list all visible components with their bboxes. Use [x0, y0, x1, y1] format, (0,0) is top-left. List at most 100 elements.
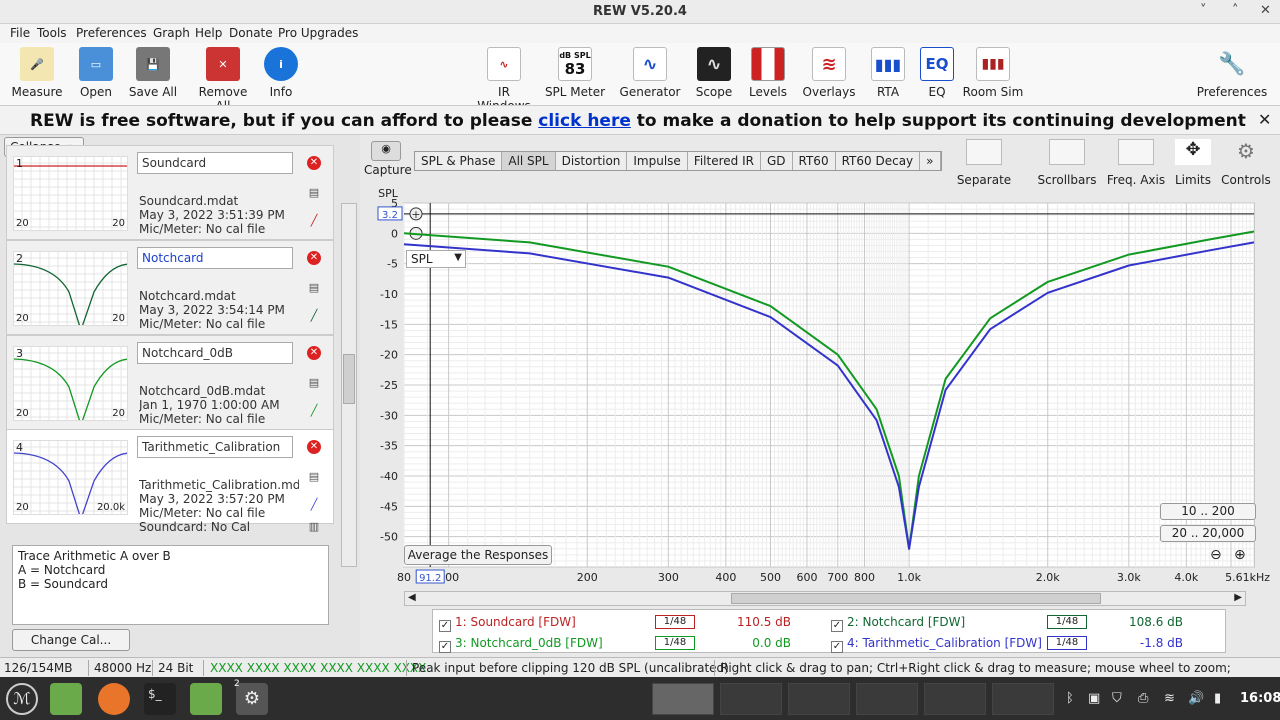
rta-button[interactable]: ▮▮▮ RTA [870, 47, 906, 99]
horizontal-scrollbar[interactable]: ◀ ▶ [404, 591, 1246, 606]
notes-box[interactable]: Trace Arithmetic A over B A = Notchcard … [12, 545, 329, 625]
printer-icon[interactable]: ⎙ [1138, 691, 1148, 706]
delete-icon[interactable]: ✕ [307, 346, 321, 360]
measurement-thumbnail[interactable]: 2 20 20 [13, 251, 128, 326]
legend-item-3[interactable]: ✓ 3: Notchcard_0dB [FDW] [439, 636, 603, 653]
notes-icon[interactable]: ▥ [307, 520, 321, 534]
minimize-icon[interactable]: ˅ [1200, 3, 1207, 18]
volume-icon[interactable]: 🔊 [1188, 691, 1204, 706]
tab-all-spl[interactable]: All SPL [502, 152, 556, 170]
tab-spl-phase[interactable]: SPL & Phase [415, 152, 503, 170]
measurement-card[interactable]: 2 20 20 Notchcard ✕ Notchcard.mdat May 3, 2022… [6, 240, 334, 335]
smoothing-badge[interactable]: 1/48 [655, 615, 695, 629]
measurement-name-field[interactable]: Notchcard [137, 247, 293, 269]
task-window-1[interactable] [652, 683, 714, 715]
menu-file[interactable]: File [10, 26, 30, 40]
spl-chart[interactable]: 50-5-10-15-20-25-30-35-40-45-5080 100 200 3… [362, 185, 1280, 595]
open-button[interactable]: ▭ Open [74, 47, 118, 99]
clipboard-icon[interactable]: ▣ [1088, 691, 1100, 706]
spl-meter-button[interactable]: dB SPL 83 SPL Meter [544, 47, 606, 99]
checkbox-icon[interactable]: ✓ [831, 620, 843, 632]
scrollbars-button[interactable]: Scrollbars [1034, 139, 1100, 187]
menu-graph[interactable]: Graph [153, 26, 190, 40]
controls-button[interactable]: ⚙ Controls [1218, 139, 1274, 187]
color-pen-icon[interactable]: ╱ [307, 404, 321, 418]
task-window-5[interactable] [924, 683, 986, 715]
tab-filtered-ir[interactable]: Filtered IR [688, 152, 761, 170]
close-banner-icon[interactable]: ✕ [1258, 110, 1271, 129]
measurement-name-field[interactable]: Soundcard [137, 152, 293, 174]
spl-dropdown[interactable]: SPL ▼ [406, 250, 466, 268]
measurement-name-field[interactable]: Tarithmetic_Calibration [137, 436, 293, 458]
tab-gd[interactable]: GD [761, 152, 793, 170]
bluetooth-icon[interactable]: ᛒ [1066, 691, 1074, 706]
task-window-6[interactable] [992, 683, 1054, 715]
files-icon[interactable] [190, 683, 222, 715]
show-desktop-icon[interactable] [50, 683, 82, 715]
scrollbar-thumb[interactable] [731, 593, 1101, 604]
scroll-right-icon[interactable]: ▶ [1234, 592, 1242, 603]
tab-distortion[interactable]: Distortion [556, 152, 628, 170]
scrollbar-thumb[interactable] [343, 354, 355, 404]
terminal-icon[interactable]: $_ [144, 683, 176, 715]
save-measurement-icon[interactable]: ▤ [307, 186, 321, 200]
color-pen-icon[interactable]: ╱ [307, 214, 321, 228]
restore-icon[interactable]: ˄ [1232, 3, 1239, 18]
remove-all-button[interactable]: ✕ Remove All [190, 47, 256, 113]
menu-tools[interactable]: Tools [37, 26, 67, 40]
info-button[interactable]: i Info [264, 47, 298, 99]
scope-button[interactable]: ∿ Scope [694, 47, 734, 99]
change-cal-button[interactable]: Change Cal... [12, 629, 130, 651]
measurement-thumbnail[interactable]: 4 20 20.0k [13, 440, 128, 515]
room-sim-button[interactable]: ▮▮▮ Room Sim [962, 47, 1024, 99]
average-responses-button[interactable]: Average the Responses [404, 545, 552, 565]
eq-button[interactable]: EQ EQ [920, 47, 954, 99]
menu-preferences[interactable]: Preferences [76, 26, 147, 40]
menu-donate[interactable]: Donate [229, 26, 273, 40]
shield-icon[interactable]: ⛉ [1112, 691, 1122, 706]
checkbox-icon[interactable]: ✓ [831, 641, 843, 653]
overlays-button[interactable]: ≋ Overlays [802, 47, 856, 99]
measurement-card[interactable]: 3 20 20 Notchcard_0dB ✕ Notchcard_0dB.mdat Jan… [6, 335, 334, 430]
color-pen-icon[interactable]: ╱ [307, 498, 321, 512]
menu-icon[interactable]: ℳ [6, 683, 38, 715]
delete-icon[interactable]: ✕ [307, 251, 321, 265]
checkbox-icon[interactable]: ✓ [439, 641, 451, 653]
scroll-left-icon[interactable]: ◀ [408, 592, 416, 603]
color-pen-icon[interactable]: ╱ [307, 309, 321, 323]
freq-axis-button[interactable]: Freq. Axis [1104, 139, 1168, 187]
measurement-card[interactable]: 1 20 20 Soundcard ✕ Soundcard.mdat May 3, 2022… [6, 145, 334, 240]
save-measurement-icon[interactable]: ▤ [307, 470, 321, 484]
legend-item-4[interactable]: ✓ 4: Tarithmetic_Calibration [FDW] [831, 636, 1042, 653]
task-window-2[interactable] [720, 683, 782, 715]
checkbox-icon[interactable]: ✓ [439, 620, 451, 632]
donate-link[interactable]: click here [538, 111, 631, 131]
save-measurement-icon[interactable]: ▤ [307, 376, 321, 390]
tab-rt60[interactable]: RT60 [793, 152, 836, 170]
smoothing-badge[interactable]: 1/48 [1047, 615, 1087, 629]
smoothing-badge[interactable]: 1/48 [1047, 636, 1087, 650]
limits-button[interactable]: ✥ Limits [1170, 139, 1216, 187]
delete-icon[interactable]: ✕ [307, 440, 321, 454]
range-10-200-button[interactable]: 10 .. 200 [1160, 503, 1256, 520]
smoothing-badge[interactable]: 1/48 [655, 636, 695, 650]
separate-button[interactable]: Separate [954, 139, 1014, 187]
menu-pro-upgrades[interactable]: Pro Upgrades [278, 26, 358, 40]
zoom-out-icon[interactable]: ⊖ [1210, 547, 1222, 563]
levels-button[interactable]: Levels [746, 47, 790, 99]
ir-windows-button[interactable]: ∿ IR Windows [471, 47, 537, 113]
close-icon[interactable]: ✕ [1260, 3, 1271, 18]
generator-button[interactable]: ∿ Generator [619, 47, 681, 99]
delete-icon[interactable]: ✕ [307, 156, 321, 170]
save-all-button[interactable]: 💾 Save All [127, 47, 179, 99]
measurement-name-field[interactable]: Notchcard_0dB [137, 342, 293, 364]
save-measurement-icon[interactable]: ▤ [307, 281, 321, 295]
tab-impulse[interactable]: Impulse [627, 152, 688, 170]
tab-[interactable]: » [920, 152, 941, 170]
preferences-button[interactable]: 🔧 Preferences [1196, 47, 1268, 100]
legend-item-1[interactable]: ✓ 1: Soundcard [FDW] [439, 615, 576, 632]
firefox-icon[interactable] [98, 683, 130, 715]
zoom-in-icon[interactable]: ⊕ [1234, 547, 1246, 563]
measurement-thumbnail[interactable]: 3 20 20 [13, 346, 128, 421]
settings-icon[interactable]: ⚙ [236, 683, 268, 715]
